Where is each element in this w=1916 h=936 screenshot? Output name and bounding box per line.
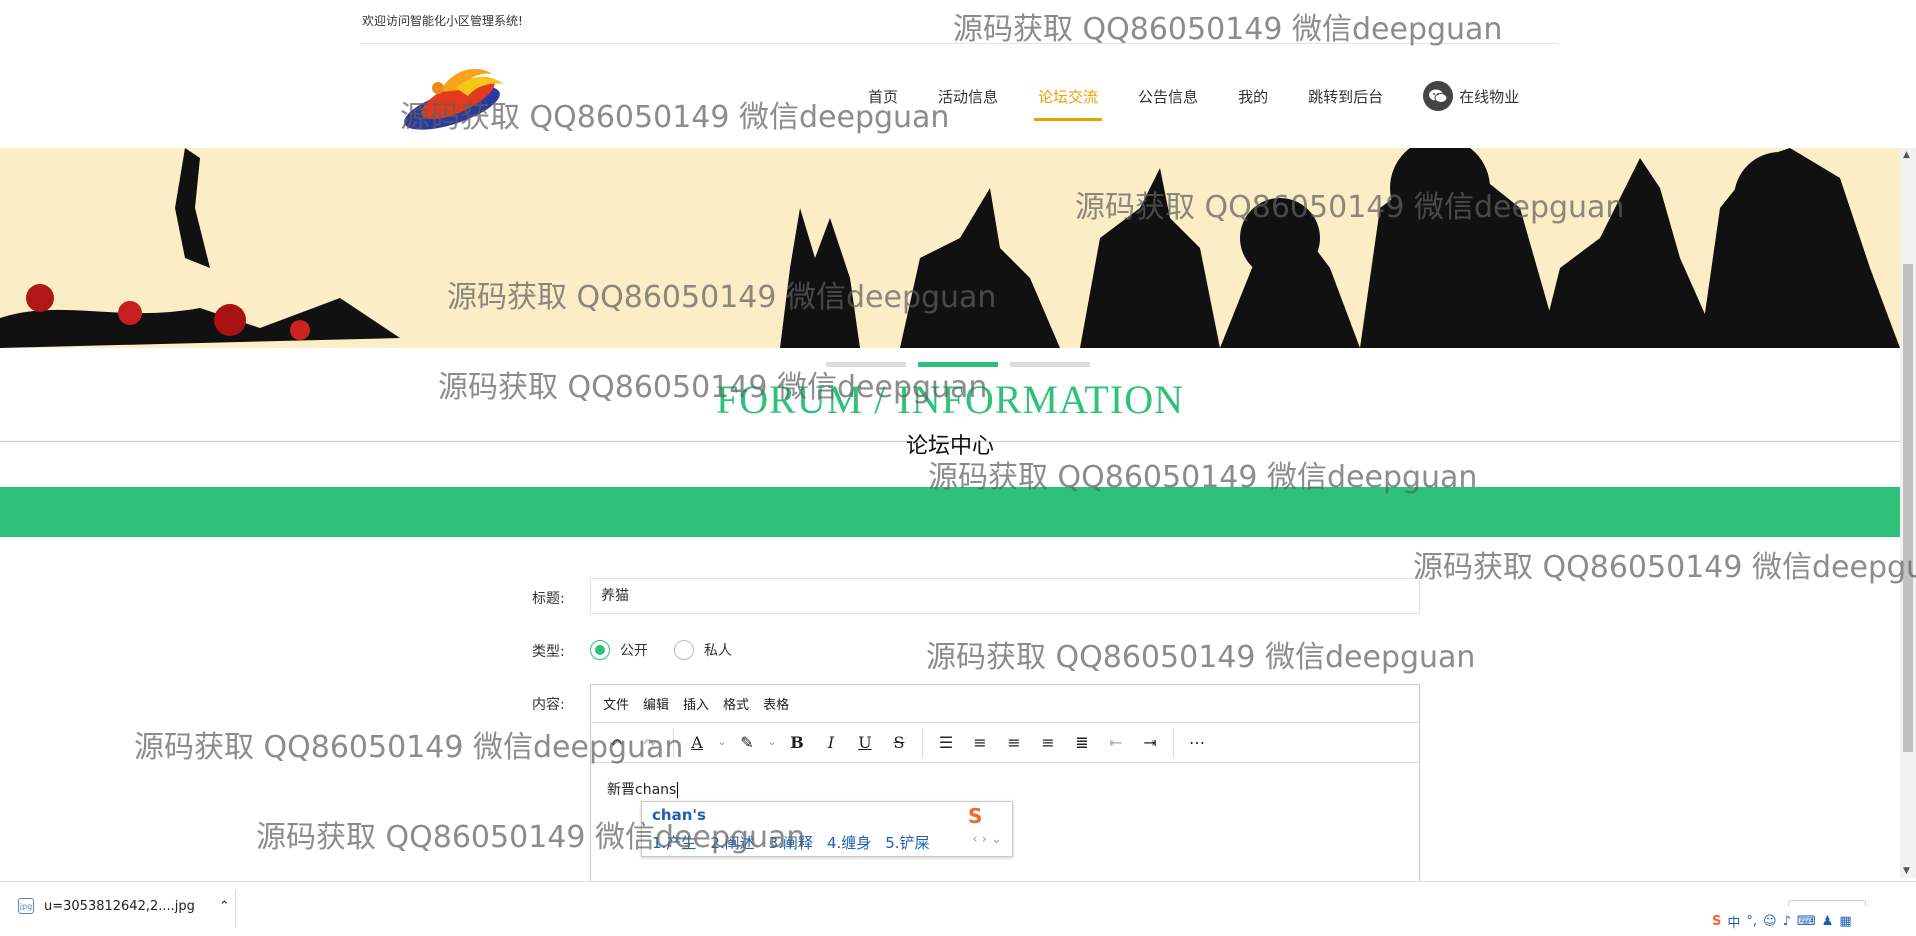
keyboard-icon[interactable]: ⌨ [1797, 914, 1816, 929]
hero-banner [0, 148, 1916, 348]
welcome-text: 欢迎访问智能化小区管理系统! [362, 14, 523, 28]
content-label: 内容: [532, 697, 565, 713]
title-label: 标题: [532, 591, 565, 607]
ime-tray: S 中 °, ☺ ♪ ⌨ ♟ ▦ [1706, 906, 1916, 936]
editor-toolbar: ↶ ↷ A ⌄ ✎ ⌄ B I U S ☰ ≡ ≡ ≡ ≣ ⇤ ⇥ ⋯ [591, 723, 1419, 763]
align-left-icon[interactable]: ≡ [963, 728, 997, 758]
carousel-dot[interactable] [826, 362, 906, 367]
carousel-indicators [826, 362, 1090, 367]
type-label: 类型: [532, 644, 565, 660]
outdent-icon[interactable]: ⇤ [1099, 728, 1133, 758]
ime-candidate[interactable]: 1.产生 [652, 832, 696, 853]
page-scrollbar[interactable]: ▲ ▼ [1900, 148, 1916, 878]
underline-icon[interactable]: U [848, 728, 882, 758]
strikethrough-icon[interactable]: S [882, 728, 916, 758]
text-cursor [677, 782, 679, 798]
download-filename: u=3053812642,2....jpg [44, 898, 195, 914]
ime-candidate-popup: chan's S 1.产生 2.阐述 3.阐释 4.缠身 5.铲屎 ‹ › ⌄ [641, 801, 1013, 857]
text-color-icon[interactable]: A [680, 728, 714, 758]
redo-icon[interactable]: ↷ [633, 728, 667, 758]
align-center-icon[interactable]: ≡ [997, 728, 1031, 758]
editor-content[interactable]: 新晋chans chan's S 1.产生 2.阐述 3.阐释 4.缠身 5.铲… [591, 763, 1419, 857]
editor-menubar: 文件 编辑 插入 格式 表格 [591, 685, 1419, 723]
main-nav: 首页 活动信息 论坛交流 公告信息 我的 跳转到后台 在线物业 [0, 44, 1916, 148]
more-icon[interactable]: ⋯ [1180, 728, 1214, 758]
ime-candidate[interactable]: 2.阐述 [710, 832, 754, 853]
ime-candidate[interactable]: 5.铲屎 [885, 832, 929, 853]
file-image-icon: jpg [18, 898, 34, 914]
nav-home[interactable]: 首页 [868, 86, 898, 107]
bold-icon[interactable]: B [780, 728, 814, 758]
site-logo[interactable] [400, 64, 520, 132]
section-title-cn: 论坛中心 [905, 434, 994, 459]
carousel-dot[interactable] [918, 362, 998, 367]
line-height-icon[interactable]: ☰ [929, 728, 963, 758]
punctuation-icon[interactable]: °, [1746, 914, 1757, 929]
green-band [0, 487, 1900, 537]
download-item[interactable]: jpg u=3053812642,2....jpg ⌃ [18, 898, 230, 914]
ime-mode-icon[interactable]: 中 [1727, 912, 1740, 931]
align-right-icon[interactable]: ≡ [1031, 728, 1065, 758]
ime-candidate[interactable]: 3.阐释 [769, 832, 813, 853]
ime-candidate[interactable]: 4.缠身 [827, 832, 871, 853]
menu-edit[interactable]: 编辑 [643, 694, 669, 713]
menu-format[interactable]: 格式 [723, 694, 749, 713]
type-radio-group: 公开 私人 [590, 640, 758, 660]
menu-table[interactable]: 表格 [763, 694, 789, 713]
sogou-logo-icon: S [968, 804, 983, 828]
toolbox-icon[interactable]: ▦ [1839, 914, 1851, 929]
radio-private[interactable] [674, 640, 694, 660]
scroll-thumb[interactable] [1903, 264, 1913, 752]
skin-icon[interactable]: ♟ [1822, 914, 1834, 929]
editor-text: 新晋chans [607, 782, 677, 798]
italic-icon[interactable]: I [814, 728, 848, 758]
toolbar-separator [1173, 727, 1174, 758]
nav-announcements[interactable]: 公告信息 [1138, 86, 1198, 107]
nav-mine[interactable]: 我的 [1238, 86, 1268, 107]
carousel-dot[interactable] [1010, 362, 1090, 367]
title-input[interactable]: 养猫 [590, 578, 1420, 614]
sogou-logo-icon[interactable]: S [1712, 914, 1721, 929]
mic-icon[interactable]: ♪ [1783, 914, 1791, 929]
toolbar-separator [922, 727, 923, 758]
nav-activities[interactable]: 活动信息 [938, 86, 998, 107]
nav-forum[interactable]: 论坛交流 [1034, 86, 1103, 121]
radio-public-label[interactable]: 公开 [620, 640, 648, 660]
emoji-icon[interactable]: ☺ [1763, 914, 1777, 929]
top-bar: 欢迎访问智能化小区管理系统! [360, 0, 1558, 44]
scroll-up-icon[interactable]: ▲ [1903, 150, 1910, 160]
highlight-icon[interactable]: ✎ [730, 728, 764, 758]
menu-file[interactable]: 文件 [603, 694, 629, 713]
radio-public[interactable] [590, 640, 610, 660]
undo-icon[interactable]: ↶ [599, 728, 633, 758]
scroll-down-icon[interactable]: ▼ [1903, 866, 1910, 876]
wechat-icon [1423, 81, 1454, 111]
chevron-down-icon[interactable]: ⌄ [714, 728, 730, 758]
online-property-link[interactable]: 在线物业 [1423, 81, 1519, 111]
chevron-up-icon[interactable]: ⌃ [219, 899, 230, 914]
section-title-en: FORUM / INFORMATION [716, 377, 1184, 422]
crowd-silhouette [0, 148, 1900, 348]
divider [235, 890, 236, 928]
align-justify-icon[interactable]: ≣ [1065, 728, 1099, 758]
ime-page-arrows-icon[interactable]: ‹ › ⌄ [972, 832, 1002, 847]
online-property-label: 在线物业 [1459, 87, 1520, 106]
watermark: 源码获取 QQ86050149 微信deepguan [1413, 550, 1916, 585]
download-bar: jpg u=3053812642,2....jpg ⌃ 全部显示 ✕ [0, 881, 1916, 936]
indent-icon[interactable]: ⇥ [1133, 728, 1167, 758]
watermark: 源码获取 QQ86050149 微信deepguan [926, 640, 1476, 675]
ime-composition: chan's [652, 806, 706, 824]
menu-insert[interactable]: 插入 [683, 694, 709, 713]
radio-private-label[interactable]: 私人 [704, 640, 732, 660]
nav-admin[interactable]: 跳转到后台 [1308, 86, 1383, 107]
chevron-down-icon[interactable]: ⌄ [764, 728, 780, 758]
toolbar-separator [673, 727, 674, 758]
